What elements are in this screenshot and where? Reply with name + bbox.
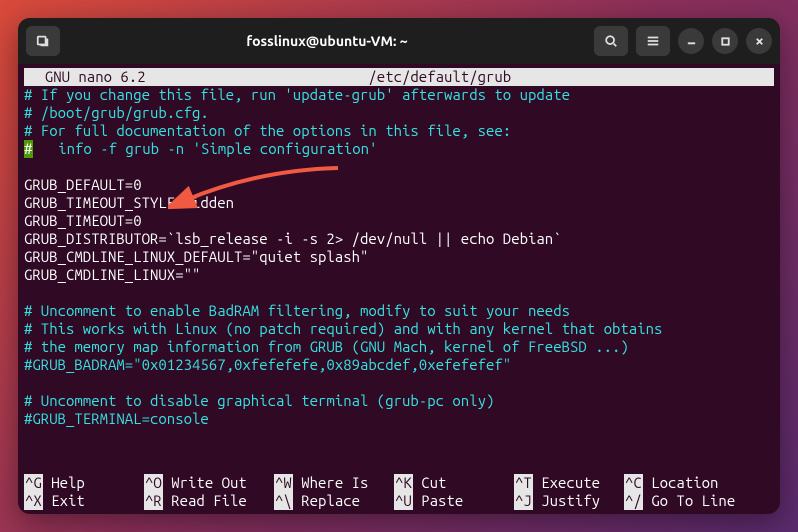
- editor-line: GRUB_TIMEOUT_STYLE=hidden: [24, 194, 774, 212]
- editor-line: # the memory map information from GRUB (…: [24, 338, 774, 356]
- editor-line: # If you change this file, run 'update-g…: [24, 86, 774, 104]
- minimize-icon: [686, 36, 697, 47]
- search-icon: [604, 34, 618, 48]
- nano-titlebar: GNU nano 6.2 /etc/default/grub: [24, 68, 774, 86]
- window-title: fosslinux@ubuntu-VM: ~: [68, 33, 586, 49]
- shortcut-key: ^X: [24, 492, 43, 510]
- shortcut-row-1: ^G Help^O Write Out^W Where Is^K Cut^T E…: [24, 474, 774, 492]
- close-icon: [754, 36, 765, 47]
- editor-line: # /boot/grub/grub.cfg.: [24, 104, 774, 122]
- nano-shortcut-bar: ^G Help^O Write Out^W Where Is^K Cut^T E…: [24, 474, 774, 510]
- shortcut-key: ^J: [514, 492, 533, 510]
- editor-line: #GRUB_TERMINAL=console: [24, 410, 774, 428]
- editor-line: [24, 374, 774, 392]
- shortcut-item: ^G Help: [24, 474, 144, 492]
- shortcut-item: ^K Cut: [394, 474, 514, 492]
- editor-line: GRUB_DISTRIBUTOR=`lsb_release -i -s 2> /…: [24, 230, 774, 248]
- text-cursor: #: [24, 140, 33, 158]
- shortcut-label: Replace: [293, 492, 360, 510]
- editor-line: GRUB_CMDLINE_LINUX_DEFAULT="quiet splash…: [24, 248, 774, 266]
- shortcut-label: Paste: [413, 492, 463, 510]
- shortcut-label: Go To Line: [643, 492, 735, 510]
- shortcut-key: ^T: [514, 474, 533, 492]
- shortcut-item: ^U Paste: [394, 492, 514, 510]
- shortcut-item: ^W Where Is: [274, 474, 394, 492]
- shortcut-label: Read File: [163, 492, 247, 510]
- nano-file-path: /etc/default/grub: [146, 68, 734, 86]
- shortcut-key: ^W: [274, 474, 293, 492]
- terminal-window: fosslinux@ubuntu-VM: ~ GNU nano 6.2 /etc…: [18, 18, 780, 514]
- new-tab-icon: [36, 34, 50, 48]
- shortcut-key: ^O: [144, 474, 163, 492]
- window-titlebar: fosslinux@ubuntu-VM: ~: [18, 18, 780, 64]
- shortcut-key: ^C: [624, 474, 643, 492]
- shortcut-item: ^C Location: [624, 474, 774, 492]
- shortcut-label: Execute: [533, 474, 600, 492]
- editor-line: # Uncomment to disable graphical termina…: [24, 392, 774, 410]
- hamburger-icon: [646, 34, 660, 48]
- shortcut-label: Exit: [43, 492, 85, 510]
- editor-line: GRUB_DEFAULT=0: [24, 176, 774, 194]
- shortcut-key: ^\: [274, 492, 293, 510]
- shortcut-label: Location: [643, 474, 719, 492]
- shortcut-key: ^/: [624, 492, 643, 510]
- editor-line: # info -f grub -n 'Simple configuration': [24, 140, 774, 158]
- editor-line: [24, 284, 774, 302]
- nano-app-label: GNU nano 6.2: [24, 68, 146, 86]
- shortcut-item: ^T Execute: [514, 474, 624, 492]
- shortcut-item: ^O Write Out: [144, 474, 274, 492]
- terminal-body[interactable]: GNU nano 6.2 /etc/default/grub # If you …: [18, 64, 780, 514]
- shortcut-key: ^R: [144, 492, 163, 510]
- close-button[interactable]: [746, 28, 772, 54]
- maximize-button[interactable]: [712, 28, 738, 54]
- hamburger-menu-button[interactable]: [636, 26, 670, 56]
- shortcut-item: ^R Read File: [144, 492, 274, 510]
- editor-line: # This works with Linux (no patch requir…: [24, 320, 774, 338]
- editor-line: GRUB_TIMEOUT=0: [24, 212, 774, 230]
- shortcut-key: ^G: [24, 474, 43, 492]
- shortcut-key: ^U: [394, 492, 413, 510]
- search-button[interactable]: [594, 26, 628, 56]
- shortcut-label: Write Out: [163, 474, 247, 492]
- editor-line: [24, 158, 774, 176]
- shortcut-label: Where Is: [293, 474, 369, 492]
- editor-line: # For full documentation of the options …: [24, 122, 774, 140]
- maximize-icon: [720, 36, 731, 47]
- editor-line: #GRUB_BADRAM="0x01234567,0xfefefefe,0x89…: [24, 356, 774, 374]
- shortcut-item: ^/ Go To Line: [624, 492, 774, 510]
- shortcut-row-2: ^X Exit^R Read File^\ Replace^U Paste^J …: [24, 492, 774, 510]
- editor-line: # Uncomment to enable BadRAM filtering, …: [24, 302, 774, 320]
- shortcut-label: Help: [43, 474, 85, 492]
- shortcut-label: Justify: [533, 492, 600, 510]
- minimize-button[interactable]: [678, 28, 704, 54]
- new-tab-button[interactable]: [26, 26, 60, 56]
- shortcut-item: ^X Exit: [24, 492, 144, 510]
- shortcut-label: Cut: [413, 474, 447, 492]
- shortcut-key: ^K: [394, 474, 413, 492]
- shortcut-item: ^J Justify: [514, 492, 624, 510]
- editor-content[interactable]: # If you change this file, run 'update-g…: [18, 86, 780, 428]
- editor-line: GRUB_CMDLINE_LINUX="": [24, 266, 774, 284]
- shortcut-item: ^\ Replace: [274, 492, 394, 510]
